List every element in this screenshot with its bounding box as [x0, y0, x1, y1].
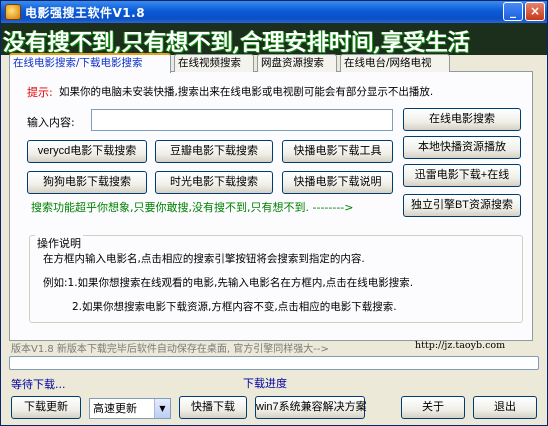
guide-line-1: 在方框内输入电影名,点击相应的搜索引擎按钮将会搜索到指定的内容.: [43, 253, 365, 265]
download-update-button[interactable]: 下载更新: [11, 396, 81, 419]
xunlei-button[interactable]: 迅雷电影下载+在线: [403, 164, 521, 187]
qvod-download-button[interactable]: 快播下载: [179, 396, 247, 419]
slogan-line-text: 搜索功能超乎你想象,只要你敢搜,没有搜不到,只有想不到.: [31, 201, 309, 214]
hint-label: 提示:: [27, 86, 53, 99]
guide-title: 操作说明: [35, 235, 83, 251]
window-title: 电影强搜王软件V1.8: [25, 6, 146, 20]
slogan-line: 搜索功能超乎你想象,只要你敢搜,没有搜不到,只有想不到. -------->: [31, 199, 353, 215]
hint-text: 如果你的电脑未安装快播,搜索出来在线电影或电视剧可能会有部分显示不出播放.: [59, 86, 434, 98]
update-mode-value: 高速更新: [93, 402, 137, 415]
progress-label: 下载进度: [243, 377, 287, 390]
tab-radio-tv[interactable]: 在线电台/网络电视: [340, 54, 450, 72]
input-label: 输入内容:: [27, 116, 75, 129]
version-text: 版本V1.8 新版本下载完毕后软件自动保存在桌面, 官方引擎同样强大-->: [11, 344, 329, 355]
website-link[interactable]: http://jz.taoyb.com: [415, 340, 505, 351]
douban-search-button[interactable]: 豆瓣电影下载搜索: [155, 140, 273, 163]
minimize-button[interactable]: _: [503, 2, 523, 21]
tab-netdisk-search[interactable]: 网盘资源搜索: [257, 54, 337, 72]
slogan-banner: 没有搜不到,只有想不到,合理安排时间,享受生活: [1, 23, 547, 55]
slogan-text: 没有搜不到,只有想不到,合理安排时间,享受生活: [3, 30, 470, 55]
guide-line-3: 2.如果你想搜索电影下载资源,方框内容不变,点击相应的电影下载搜索.: [72, 301, 397, 313]
app-icon: [5, 4, 21, 20]
update-mode-select[interactable]: 高速更新 ▼: [89, 398, 171, 419]
guide-line-2: 例如:1.如果你想搜索在线观看的电影,先输入电影名在方框内,点击在线电影搜索.: [43, 277, 414, 289]
download-progress-bar: [9, 356, 539, 370]
search-input[interactable]: [91, 109, 393, 131]
win7-fix-button[interactable]: win7系统兼容解决方案: [255, 396, 367, 419]
slogan-arrow: -------->: [312, 201, 354, 214]
qvod-help-button[interactable]: 快播电影下载说明: [282, 171, 393, 194]
app-window: 电影强搜王软件V1.8 _ × 没有搜不到,只有想不到,合理安排时间,享受生活 …: [0, 0, 548, 426]
close-button[interactable]: ×: [525, 2, 545, 21]
online-movie-search-button[interactable]: 在线电影搜索: [403, 108, 521, 131]
gougou-search-button[interactable]: 狗狗电影下载搜索: [27, 171, 147, 194]
exit-button[interactable]: 退出: [473, 396, 537, 419]
download-status: 等待下载...: [11, 378, 66, 391]
chevron-down-icon[interactable]: ▼: [154, 399, 170, 418]
local-play-button[interactable]: 本地快播资源播放: [403, 136, 521, 159]
tab-movie-search[interactable]: 在线电影搜索/下载电影搜索: [9, 53, 171, 73]
shiguang-search-button[interactable]: 时光电影下载搜索: [155, 171, 273, 194]
tab-video-search[interactable]: 在线视频搜索: [174, 54, 254, 72]
about-button[interactable]: 关于: [401, 396, 465, 419]
qvod-tool-button[interactable]: 快播电影下载工具: [282, 140, 393, 163]
bt-search-button[interactable]: 独立引擎BT资源搜索: [403, 194, 521, 217]
verycd-search-button[interactable]: verycd电影下载搜索: [27, 140, 147, 163]
title-bar[interactable]: 电影强搜王软件V1.8 _ ×: [1, 1, 547, 23]
